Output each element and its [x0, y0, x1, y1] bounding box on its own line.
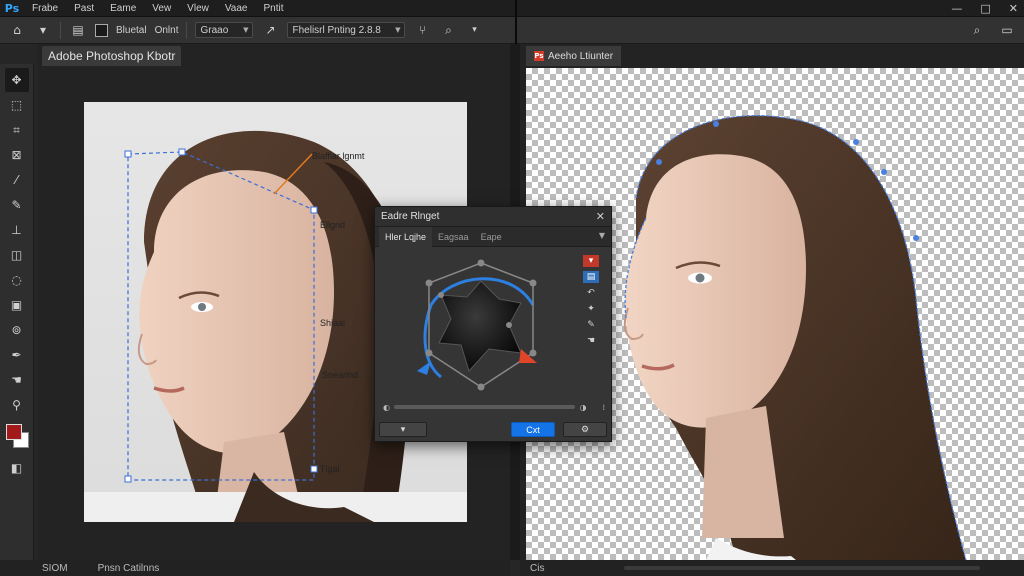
color-swatch[interactable] [95, 23, 108, 37]
menu-item[interactable]: Pntit [255, 3, 291, 14]
brush-icon[interactable]: ✎ [5, 193, 29, 217]
zoom-level[interactable]: SIOM [42, 563, 68, 574]
menu-item[interactable]: Frabe [24, 3, 66, 14]
chevron-down-icon: ▾ [400, 424, 406, 434]
close-icon[interactable]: ✕ [596, 210, 605, 223]
minimize-icon[interactable]: — [951, 2, 962, 15]
frame-icon[interactable]: ⊠ [5, 143, 29, 167]
panel-tabs: Hler Lqjhe Eagsaa Eape ▼ [375, 226, 611, 247]
progress-bar [624, 566, 980, 570]
doc-info[interactable]: Cis [530, 563, 544, 574]
eraser-icon[interactable]: ◫ [5, 243, 29, 267]
panel-side-tools: ▾ ▤ ↶ ✦ ✎ ☚ [583, 255, 599, 347]
mode-label[interactable]: Onlnt [155, 25, 179, 36]
settings-icon: ⚙ [580, 424, 590, 434]
ps-icon: Ps [534, 51, 544, 61]
right-doc-tab[interactable]: Ps Aeeho Ltiunter [526, 46, 622, 66]
plus-icon[interactable]: ◑ [579, 403, 586, 412]
foreground-color[interactable] [5, 424, 22, 440]
search-icon[interactable]: ⌕ [439, 21, 457, 39]
menu-item[interactable]: Vew [144, 3, 179, 14]
slider-track[interactable] [393, 405, 576, 409]
divider [60, 21, 61, 39]
brush-angle-icon[interactable]: ↗ [261, 21, 279, 39]
dropdown-button[interactable]: ▾ [379, 422, 427, 437]
doc-info[interactable]: Pnsn Catilnns [98, 563, 160, 574]
divider [186, 21, 188, 39]
menu-item[interactable]: Past [66, 3, 102, 14]
window-controls: — □ ✕ [951, 0, 1018, 17]
status-bar-left: SIOM Pnsn Catilnns [38, 560, 510, 576]
blend-label[interactable]: Bluetal [116, 25, 147, 36]
color-swatches [4, 424, 30, 450]
red-channel-icon[interactable]: ▾ [583, 255, 599, 267]
left-doc-title: Adobe Photoshop Kbotr [48, 49, 176, 63]
panel-slider[interactable]: ◐ ◑ ⁞ [383, 401, 605, 413]
preset-select[interactable]: Fhelisrl Pnting 2.8.8 ▼ [287, 22, 406, 38]
chevron-down-icon[interactable]: ▾ [34, 21, 52, 39]
options-bar: ⌂ ▾ ▤ Bluetal Onlnt Graao ▼ ↗ Fhelisrl P… [0, 17, 1024, 44]
minus-icon[interactable]: ◐ [383, 403, 390, 412]
panel-tab[interactable]: Eagsaa [432, 227, 475, 247]
marquee-icon[interactable]: ⬚ [5, 93, 29, 117]
crop-icon[interactable]: ⌗ [5, 118, 29, 142]
close-icon[interactable]: ✕ [1009, 2, 1018, 15]
hand-icon[interactable]: ☚ [583, 335, 599, 347]
menu-bar: Ps Frabe Past Eame Vew Vlew Vaae Pntit —… [0, 0, 1024, 17]
panel-title-bar[interactable]: Eadre Rlnget ✕ [375, 207, 611, 227]
lasso-icon[interactable]: ◌ [5, 268, 29, 292]
sample-select-value: Graao [200, 24, 229, 36]
quick-mask-icon[interactable]: ◧ [5, 456, 29, 480]
menu-item[interactable]: Eame [102, 3, 144, 14]
panel-menu-icon[interactable]: ▼ [599, 231, 605, 240]
pen-icon[interactable]: ✒ [5, 343, 29, 367]
panel-title: Eadre Rlnget [381, 211, 440, 222]
sample-select[interactable]: Graao ▼ [195, 22, 254, 38]
stamp-icon[interactable]: ⊥ [5, 218, 29, 242]
menu-item[interactable]: Vaae [217, 3, 256, 14]
eyedropper-icon[interactable]: ⁄ [5, 168, 29, 192]
annotation-label: Snearlnd [322, 370, 359, 380]
panel-buttons: ▾ Cxt ⚙ [379, 422, 607, 438]
blue-channel-icon[interactable]: ▤ [583, 271, 599, 283]
fork-icon[interactable]: ⑂ [413, 21, 431, 39]
annotation-label: Ellgnd [320, 220, 346, 230]
settings-icon[interactable]: ⁞ [602, 403, 605, 412]
app-logo[interactable]: Ps [0, 0, 24, 17]
search-icon[interactable]: ⌕ [968, 21, 986, 39]
toolbar: ✥ ⬚ ⌗ ⊠ ⁄ ✎ ⊥ ◫ ◌ ▣ ⊚ ✒ ☚ ⚲ ◧ [0, 64, 34, 560]
document-icon[interactable]: ▤ [69, 21, 87, 39]
warp-icon[interactable]: ↶ [583, 287, 599, 299]
workspace-icon[interactable]: ▭ [998, 21, 1016, 39]
annotation-label: Blafflar lgnmt [312, 151, 365, 161]
gradient-icon[interactable]: ▣ [5, 293, 29, 317]
menu-item[interactable]: Vlew [179, 3, 217, 14]
zoom-icon[interactable]: ⚲ [5, 393, 29, 417]
warp-mesh-preview[interactable] [381, 253, 579, 397]
chevron-down-icon: ▼ [243, 26, 249, 34]
status-left-strip [0, 560, 38, 576]
brush-icon[interactable]: ✎ [583, 319, 599, 331]
ok-button[interactable]: Cxt [511, 422, 555, 437]
options-right: ⌕ ▭ [968, 21, 1016, 39]
quick-select-icon[interactable]: ⊚ [5, 318, 29, 342]
home-icon[interactable]: ⌂ [8, 21, 26, 39]
annotation-label: Shiaal [320, 318, 346, 328]
options-button[interactable]: ⚙ [563, 422, 607, 437]
status-bar-right: Cis [520, 560, 1024, 576]
hand-icon[interactable]: ☚ [5, 368, 29, 392]
preset-select-value: Fhelisrl Pnting 2.8.8 [292, 24, 381, 36]
chevron-down-icon: ▼ [395, 26, 401, 34]
panel-tab[interactable]: Hler Lqjhe [379, 226, 433, 247]
left-doc-tab[interactable]: Adobe Photoshop Kbotr [42, 46, 182, 66]
pin-icon[interactable]: ✦ [583, 303, 599, 315]
move-icon[interactable]: ✥ [4, 68, 29, 92]
restore-icon[interactable]: □ [980, 2, 990, 15]
chevron-down-icon[interactable]: ▾ [465, 21, 483, 39]
annotation-label: Tlgal [320, 464, 340, 474]
right-doc-title: Aeeho Ltiunter [548, 50, 614, 62]
adjustment-panel: Eadre Rlnget ✕ Hler Lqjhe Eagsaa Eape ▼ … [374, 206, 612, 442]
panel-tab[interactable]: Eape [475, 227, 508, 247]
